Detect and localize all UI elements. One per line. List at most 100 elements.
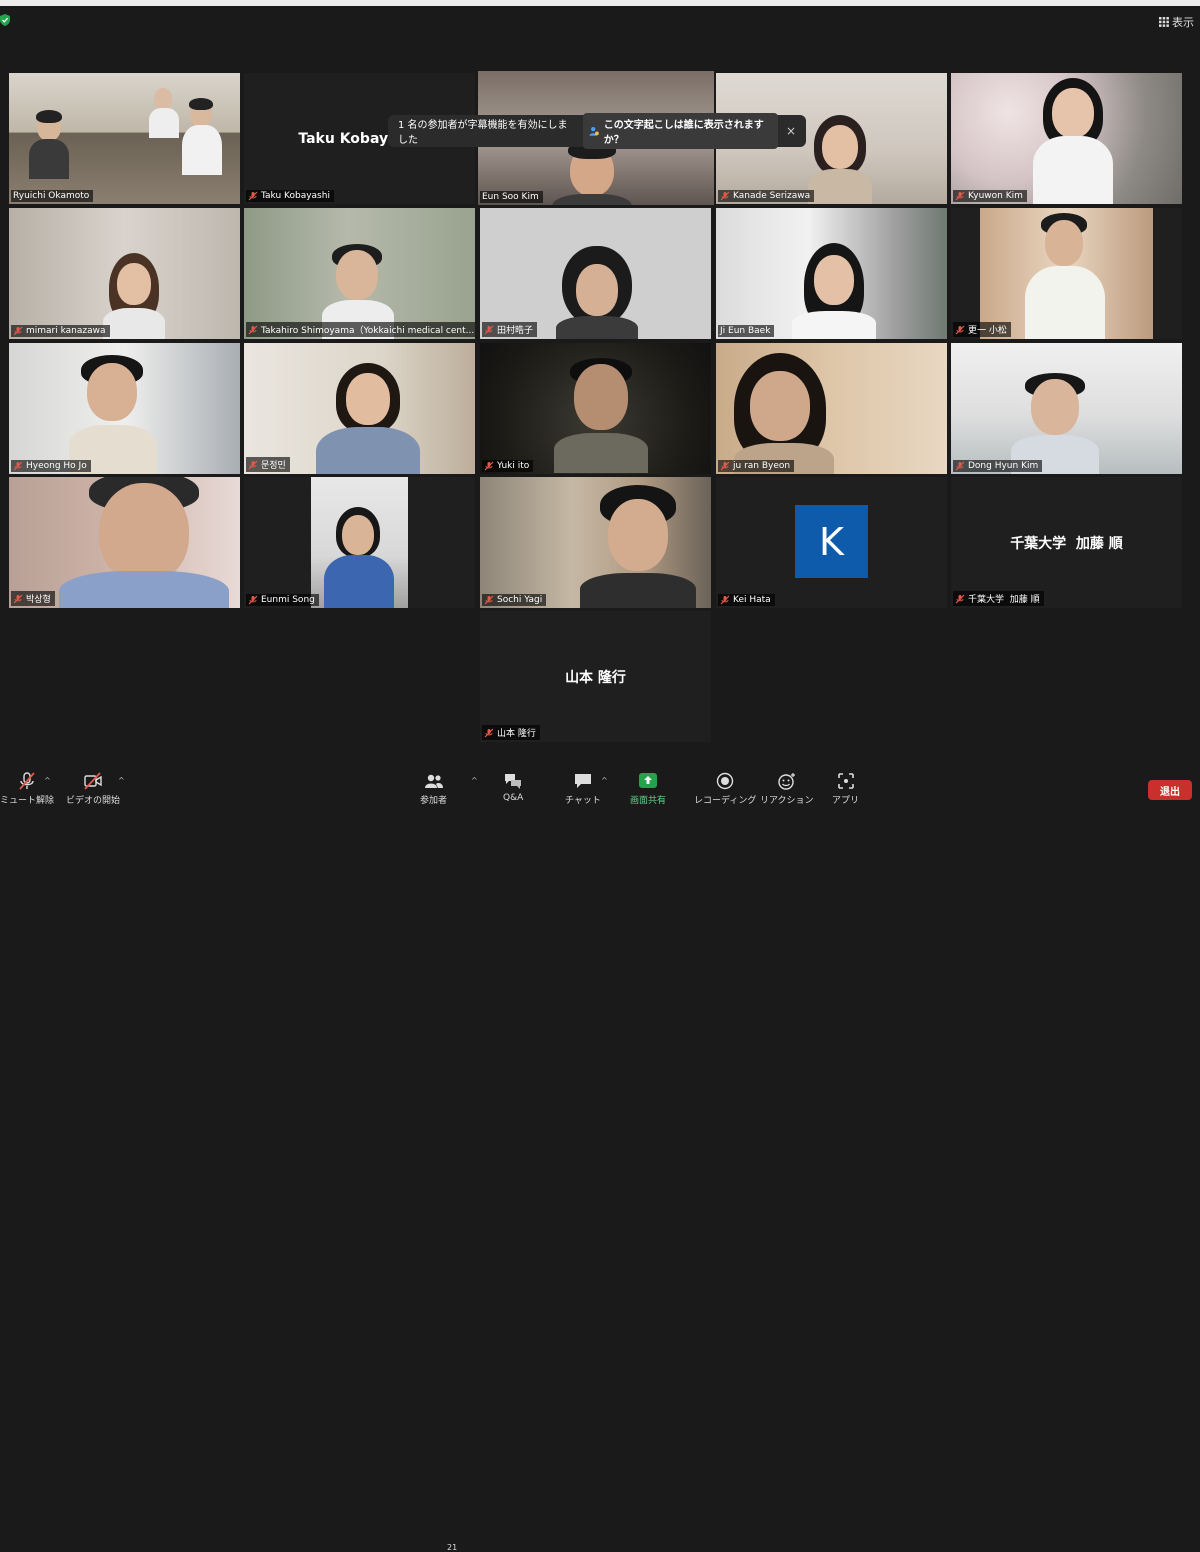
apps-label: アプリ bbox=[832, 796, 860, 806]
participants-icon bbox=[424, 774, 443, 788]
participants-button[interactable]: 参加者 bbox=[420, 772, 447, 806]
participant-display-name: 山本 隆行 bbox=[565, 669, 626, 686]
participant-name-label: Sochi Yagi bbox=[482, 594, 547, 606]
grid-icon bbox=[1159, 17, 1169, 27]
video-tile[interactable]: 山本 隆行 山本 隆行 bbox=[480, 611, 711, 742]
mic-muted-icon bbox=[720, 595, 730, 605]
video-tile[interactable]: 문정민 bbox=[244, 343, 475, 474]
mic-muted-icon bbox=[720, 461, 730, 471]
video-tile[interactable]: Ryuichi Okamoto bbox=[9, 73, 240, 204]
video-tile[interactable]: 千葉大学 加藤 順 千葉大学 加藤 順 bbox=[951, 477, 1182, 608]
smiley-icon bbox=[778, 773, 795, 790]
video-tile[interactable]: Dong Hyun Kim bbox=[951, 343, 1182, 474]
close-icon[interactable]: × bbox=[786, 124, 796, 138]
leave-button[interactable]: 退出 bbox=[1148, 780, 1192, 800]
video-tile[interactable]: Sochi Yagi bbox=[480, 477, 711, 608]
participant-name-label: Taku Kobayashi bbox=[246, 190, 334, 202]
video-tile[interactable]: mimari kanazawa bbox=[9, 208, 240, 339]
record-button[interactable]: レコーディング bbox=[694, 772, 756, 806]
view-button[interactable]: 表示 bbox=[1159, 14, 1194, 30]
chevron-up-icon[interactable]: ^ bbox=[118, 776, 125, 785]
reactions-label: リアクション bbox=[760, 796, 814, 806]
participant-name: Ryuichi Okamoto bbox=[13, 191, 90, 201]
video-tile[interactable]: 박상형 bbox=[9, 477, 240, 608]
participant-name: Ji Eun Baek bbox=[720, 326, 771, 336]
participant-name-label: Ji Eun Baek bbox=[718, 325, 775, 337]
participant-name: Kanade Serizawa bbox=[733, 191, 811, 201]
participant-name: mimari kanazawa bbox=[26, 326, 106, 336]
security-shield-icon[interactable] bbox=[0, 14, 10, 26]
video-tile[interactable]: ju ran Byeon bbox=[716, 343, 947, 474]
mic-muted-icon bbox=[955, 461, 965, 471]
video-tile[interactable]: Hyeong Ho Jo bbox=[9, 343, 240, 474]
participant-name-label: 문정민 bbox=[246, 457, 290, 472]
mic-muted-icon bbox=[720, 191, 730, 201]
participant-name-label: Eunmi Song bbox=[246, 594, 319, 606]
mic-muted-icon bbox=[484, 728, 494, 737]
participant-name-label: Yuki ito bbox=[482, 460, 534, 472]
participant-name-label: 山本 隆行 bbox=[482, 725, 540, 740]
qa-button[interactable]: Q&A bbox=[503, 772, 523, 803]
video-tile[interactable]: Ji Eun Baek bbox=[716, 208, 947, 339]
video-off-icon bbox=[84, 772, 102, 790]
participant-name-label: Kei Hata bbox=[718, 594, 775, 606]
video-tile[interactable]: Kyuwon Kim bbox=[951, 73, 1182, 204]
start-video-button[interactable]: ビデオの開始 bbox=[66, 772, 120, 806]
participant-name-label: Kyuwon Kim bbox=[953, 190, 1027, 202]
avatar: K bbox=[795, 505, 868, 578]
mic-muted-icon bbox=[13, 326, 23, 336]
chevron-up-icon[interactable]: ^ bbox=[44, 776, 51, 785]
mic-muted-icon bbox=[13, 594, 23, 603]
video-tile[interactable]: 更一 小松 bbox=[951, 208, 1182, 339]
chevron-up-icon[interactable]: ^ bbox=[471, 776, 478, 785]
view-label: 表示 bbox=[1172, 16, 1194, 29]
mic-muted-icon bbox=[248, 191, 258, 201]
participant-name: Kei Hata bbox=[733, 595, 771, 605]
participant-name: Eun Soo Kim bbox=[482, 192, 539, 202]
mic-muted-icon bbox=[484, 461, 494, 471]
participant-name: 千葉大学 加藤 順 bbox=[968, 595, 1040, 605]
participant-name-label: Hyeong Ho Jo bbox=[11, 460, 91, 472]
chat-button[interactable]: チャット bbox=[565, 772, 601, 806]
video-tile[interactable]: 田村晧子 bbox=[480, 208, 711, 339]
unmute-label: ミュート解除 bbox=[0, 796, 55, 806]
person-info-icon bbox=[589, 126, 600, 136]
participant-name-label: ju ran Byeon bbox=[718, 460, 795, 472]
participant-name-label: 更一 小松 bbox=[953, 322, 1011, 337]
mic-muted-icon bbox=[955, 325, 965, 334]
participant-name-label: Dong Hyun Kim bbox=[953, 460, 1043, 472]
participant-name: 문정민 bbox=[261, 461, 286, 471]
chat-icon bbox=[574, 774, 591, 788]
apps-button[interactable]: アプリ bbox=[832, 772, 859, 806]
mic-muted-icon bbox=[955, 191, 965, 201]
mic-muted-icon bbox=[248, 325, 258, 334]
participant-count: 21 bbox=[447, 1543, 458, 1552]
participant-name-label: 박상형 bbox=[11, 591, 55, 606]
notification-message: 1 名の参加者が字幕機能を有効にしました bbox=[398, 120, 568, 146]
share-screen-label: 画面共有 bbox=[630, 796, 667, 806]
video-tile[interactable]: Yuki ito bbox=[480, 343, 711, 474]
participant-name: Eunmi Song bbox=[261, 595, 315, 605]
video-tile[interactable]: K Kei Hata bbox=[716, 477, 947, 608]
meeting-toolbar: ミュート解除 ^ ビデオの開始 ^ 参加者 21 ^ Q&A チャット ^ 画面… bbox=[0, 768, 1200, 1552]
reactions-button[interactable]: リアクション bbox=[760, 772, 814, 806]
video-tile[interactable]: Eunmi Song bbox=[244, 477, 475, 608]
participant-name-label: mimari kanazawa bbox=[11, 325, 110, 337]
participant-name: ju ran Byeon bbox=[733, 461, 791, 471]
participant-name: Yuki ito bbox=[497, 461, 530, 471]
mic-muted-icon bbox=[955, 594, 965, 603]
qa-label: Q&A bbox=[503, 793, 524, 803]
mic-muted-icon bbox=[484, 325, 494, 334]
video-tile[interactable]: Takahiro Shimoyama（Yokkaichi medical cen… bbox=[244, 208, 475, 339]
mic-muted-icon bbox=[248, 460, 258, 469]
participant-name: 更一 小松 bbox=[968, 326, 1007, 336]
transcript-visibility-label: この文字起こしは誰に表示されますか？ bbox=[603, 120, 764, 146]
record-label: レコーディング bbox=[694, 796, 757, 806]
participant-name: Kyuwon Kim bbox=[968, 191, 1023, 201]
record-icon bbox=[716, 772, 734, 790]
qa-icon bbox=[505, 774, 522, 789]
participant-name: Sochi Yagi bbox=[497, 595, 543, 605]
transcript-visibility-button[interactable]: この文字起こしは誰に表示されますか？ bbox=[583, 113, 778, 149]
chevron-up-icon[interactable]: ^ bbox=[601, 776, 608, 785]
share-screen-button[interactable]: 画面共有 bbox=[630, 772, 666, 806]
